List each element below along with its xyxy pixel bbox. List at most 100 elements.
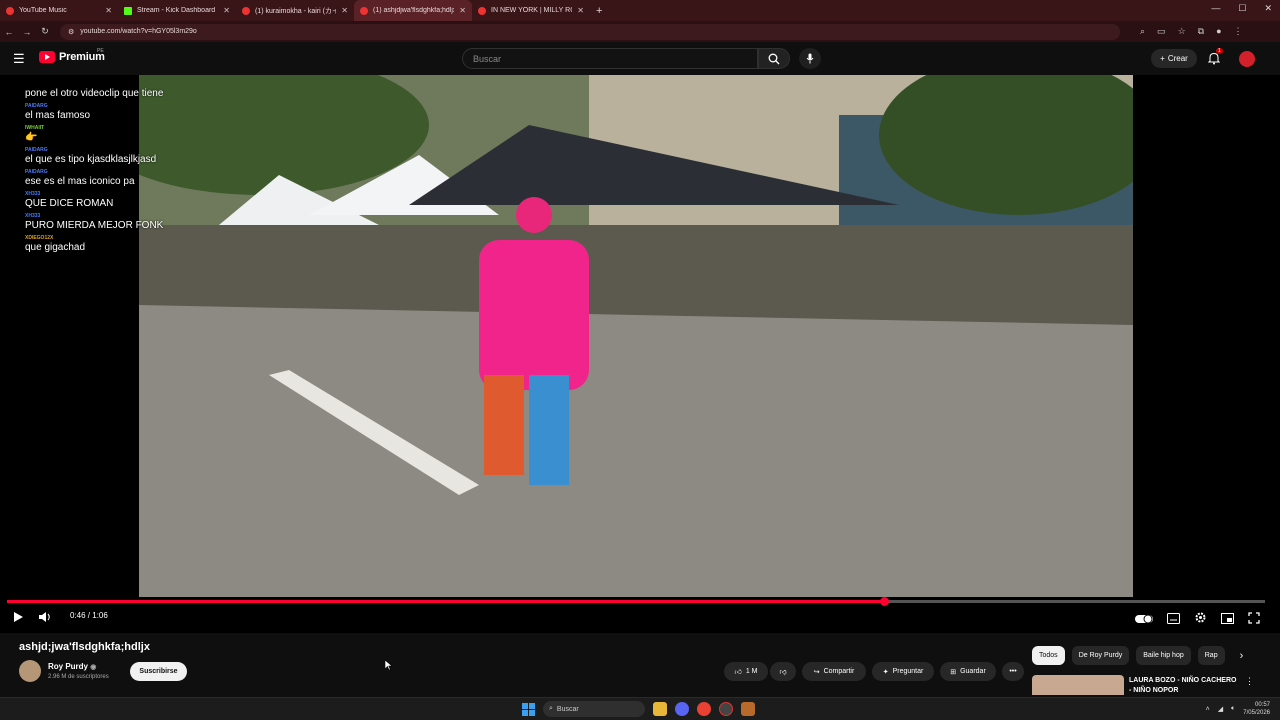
obs-icon[interactable]: [719, 702, 733, 716]
app-icon[interactable]: [741, 702, 755, 716]
browser-tab[interactable]: Stream - Kick Dashboard ✕: [118, 0, 236, 21]
account-avatar[interactable]: [1239, 51, 1255, 67]
notification-badge: 1: [1216, 48, 1223, 54]
forward-icon[interactable]: →: [18, 27, 36, 37]
create-button[interactable]: + Crear: [1151, 49, 1197, 68]
network-icon[interactable]: ◢: [1218, 705, 1223, 713]
minimize-icon[interactable]: —: [1211, 3, 1220, 14]
more-actions-button[interactable]: •••: [1002, 662, 1024, 681]
chat-message: PAIDARG el que es tipo kjasdklasjlkjasd: [25, 147, 157, 165]
close-icon[interactable]: ✕: [459, 6, 466, 15]
close-icon[interactable]: ✕: [341, 6, 348, 15]
channel-name[interactable]: Roy Purdy ◉: [48, 662, 96, 671]
miniplayer-icon: [1221, 613, 1234, 624]
bookmark-star-icon[interactable]: ☆: [1178, 26, 1186, 37]
video-frame[interactable]: [139, 75, 1133, 597]
subscriber-count: 2.96 M de suscriptores: [48, 674, 109, 680]
chip-from-channel[interactable]: De Roy Purdy: [1071, 646, 1130, 665]
save-button[interactable]: ⊞ Guardar: [940, 662, 996, 681]
browser-tab-active[interactable]: (1) ashjdjwa'flsdghkfa;hdljx ✕: [354, 0, 472, 21]
chevron-up-icon[interactable]: ˄: [1206, 706, 1210, 713]
volume-icon: [39, 612, 50, 622]
bookmark-icon: ⊞: [950, 668, 957, 676]
settings-button[interactable]: [1194, 611, 1207, 629]
microphone-icon: [806, 53, 814, 64]
close-icon[interactable]: ✕: [105, 6, 112, 15]
profile-icon[interactable]: ●: [1216, 26, 1221, 37]
channel-avatar[interactable]: [19, 660, 41, 682]
verified-icon: ◉: [90, 664, 97, 671]
subtitles-icon: [1167, 613, 1180, 624]
browser-tab[interactable]: YouTube Music ✕: [0, 0, 118, 21]
taskbar-search[interactable]: ⌕ Buscar: [543, 701, 645, 717]
mouse-cursor-icon: [384, 657, 393, 675]
close-window-icon[interactable]: ✕: [1264, 3, 1272, 14]
like-button[interactable]: 👍︎ 1 M: [724, 662, 768, 681]
chat-message: PAIDARG el mas famoso: [25, 103, 91, 121]
related-filter-chips: Todos De Roy Purdy Baile hip hop Rap ›: [1032, 646, 1243, 665]
recommended-video-thumbnail[interactable]: [1032, 675, 1124, 695]
hamburger-menu-icon[interactable]: ☰: [13, 52, 25, 65]
new-tab-button[interactable]: +: [596, 5, 602, 17]
reload-icon[interactable]: ↻: [36, 26, 54, 37]
browser-menu-icon[interactable]: ⋮: [1234, 26, 1243, 37]
chat-message: XH333 PURO MIERDA MEJOR FONK: [25, 213, 164, 231]
youtube-icon: [242, 6, 250, 15]
recommended-video-title[interactable]: LAURA BOZO - NIÑO CACHERO - NIÑO NOPOR: [1129, 676, 1239, 696]
gear-icon: [1195, 612, 1206, 623]
play-button[interactable]: [12, 611, 24, 623]
chip-all[interactable]: Todos: [1032, 646, 1065, 665]
notifications-button[interactable]: 1: [1207, 48, 1223, 70]
extensions-icon[interactable]: ⧉: [1198, 26, 1204, 37]
volume-button[interactable]: [38, 611, 52, 623]
chat-message: XDIEGO12X que gigachad: [25, 235, 86, 253]
share-button[interactable]: ↪ Compartir: [802, 662, 866, 681]
video-player[interactable]: pone el otro videoclip que tiene PAIDARG…: [0, 75, 1280, 633]
file-explorer-icon[interactable]: [653, 702, 667, 716]
voice-search-button[interactable]: [799, 48, 821, 69]
miniplayer-button[interactable]: [1221, 611, 1234, 629]
speaker-icon[interactable]: 🔈︎: [1231, 705, 1235, 713]
more-options-icon[interactable]: ⋮: [1245, 676, 1254, 687]
chrome-icon[interactable]: [697, 702, 711, 716]
chat-message: PAIDARG ese es el mas iconico pa: [25, 169, 135, 187]
discord-icon[interactable]: [675, 702, 689, 716]
site-info-icon[interactable]: ⚙: [68, 28, 74, 36]
chip-rap[interactable]: Rap: [1197, 646, 1225, 665]
dislike-button[interactable]: 👎︎: [770, 662, 796, 681]
share-icon: ↪: [813, 668, 820, 676]
play-icon: [14, 612, 23, 622]
clock[interactable]: 00:57 7/05/2026: [1243, 701, 1270, 717]
back-icon[interactable]: ←: [0, 27, 18, 37]
browser-tab[interactable]: IN NEW YORK | MILLY ROCK - Y✕: [472, 0, 590, 21]
youtube-icon: [360, 6, 368, 15]
search-icon: ⌕: [549, 705, 553, 712]
zoom-icon[interactable]: ⌕: [1140, 26, 1145, 37]
fullscreen-button[interactable]: [1248, 611, 1260, 629]
subscribe-button[interactable]: Suscribirse: [130, 662, 187, 681]
maximize-icon[interactable]: ☐: [1238, 3, 1246, 14]
url-field[interactable]: ⚙ youtube.com/watch?v=hGY05l3m29o: [60, 23, 1120, 40]
search-input[interactable]: Buscar: [462, 48, 758, 69]
windows-start-icon[interactable]: [522, 702, 535, 716]
search-button[interactable]: [758, 48, 790, 69]
progress-bar[interactable]: [7, 597, 1265, 606]
autoplay-toggle-icon: [1135, 614, 1153, 624]
scrubber-handle[interactable]: [879, 597, 889, 606]
close-icon[interactable]: ✕: [223, 6, 230, 15]
video-scene-image: [139, 75, 1133, 597]
time-display: 0:46 / 1:06: [70, 611, 108, 620]
close-icon[interactable]: ✕: [577, 6, 584, 15]
search-icon: [768, 53, 780, 64]
chip-hip-hop-dance[interactable]: Baile hip hop: [1136, 646, 1191, 665]
chevron-right-icon[interactable]: ›: [1240, 650, 1244, 662]
window-controls: — ☐ ✕: [1211, 3, 1272, 14]
autoplay-toggle[interactable]: [1135, 611, 1153, 629]
subtitles-button[interactable]: [1167, 611, 1180, 629]
youtube-premium-logo[interactable]: Premium PE: [39, 48, 105, 63]
browser-tab[interactable]: (1) kuraimokha - kairi (カイリ) (a✕: [236, 0, 354, 21]
ask-button[interactable]: ✦ Preguntar: [872, 662, 934, 681]
youtube-header: ☰ Premium PE Buscar + Crear 1: [0, 42, 1280, 75]
cast-icon[interactable]: ▭: [1157, 26, 1166, 37]
sparkle-icon: ✦: [882, 668, 889, 676]
